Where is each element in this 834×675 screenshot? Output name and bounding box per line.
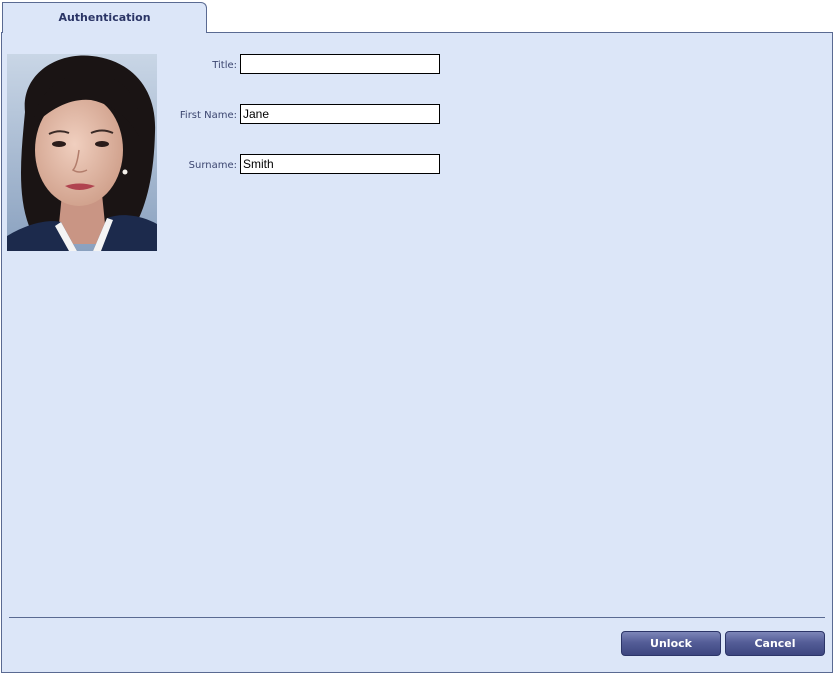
tab-authentication-label: Authentication	[58, 10, 151, 24]
surname-row: Surname:	[162, 154, 442, 174]
title-label: Title:	[212, 60, 237, 71]
surname-label: Surname:	[188, 160, 237, 171]
title-row: Title:	[162, 54, 442, 74]
first-name-row: First Name:	[162, 104, 442, 124]
footer-divider	[9, 617, 825, 618]
cancel-button[interactable]: Cancel	[725, 631, 825, 656]
title-input[interactable]	[240, 54, 440, 74]
first-name-input[interactable]	[240, 104, 440, 124]
profile-photo	[7, 54, 157, 251]
surname-input[interactable]	[240, 154, 440, 174]
authentication-panel: Title: First Name: Surname: Unlock Cance…	[1, 32, 833, 673]
tab-authentication[interactable]: Authentication	[2, 2, 207, 33]
unlock-button[interactable]: Unlock	[621, 631, 721, 656]
first-name-label: First Name:	[179, 110, 237, 121]
